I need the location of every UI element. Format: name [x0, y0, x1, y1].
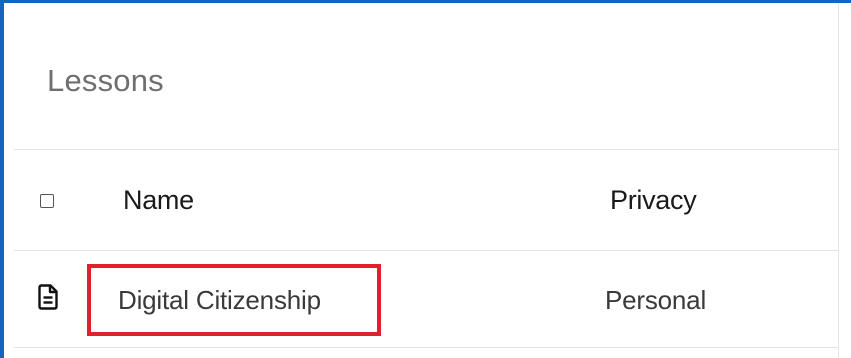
- document-icon: [38, 284, 58, 310]
- column-header-privacy[interactable]: Privacy: [610, 185, 697, 216]
- panel-edge: [838, 3, 839, 358]
- lesson-privacy: Personal: [605, 285, 707, 315]
- row-divider-bottom: [14, 347, 838, 348]
- page-title: Lessons: [47, 63, 164, 98]
- lessons-panel: Lessons Name Privacy Digital Citizenship…: [4, 3, 838, 358]
- header-divider: [14, 149, 838, 150]
- row-divider: [14, 250, 838, 251]
- column-header-name[interactable]: Name: [123, 185, 194, 216]
- highlight-annotation-box: [87, 264, 381, 336]
- select-all-checkbox[interactable]: [40, 194, 54, 208]
